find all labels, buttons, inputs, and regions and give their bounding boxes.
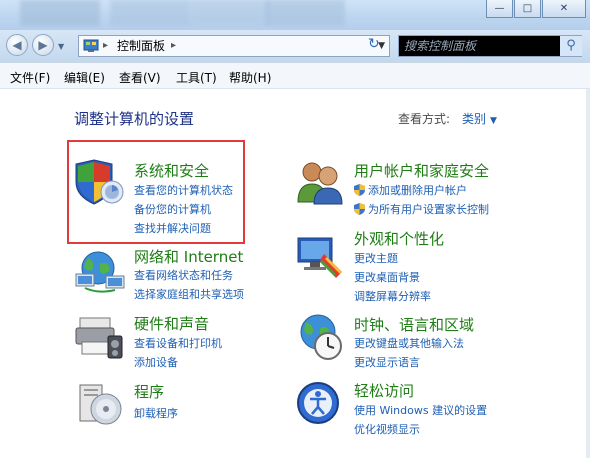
link-parental-controls[interactable]: 为所有用户设置家长控制 [354,201,489,217]
link-adjust-resolution[interactable]: 调整屏幕分辨率 [354,288,431,304]
back-arrow-icon: ◀ [12,38,22,52]
search-icon[interactable]: ⚲ [560,36,582,56]
uac-shield-icon [354,203,365,215]
address-box[interactable]: ▸ 控制面板 ▸ ▼ [78,35,390,57]
link-windows-recommended-settings[interactable]: 使用 Windows 建议的设置 [354,402,487,418]
chevron-down-icon: ▼ [490,116,497,126]
category-user-accounts[interactable]: 用户帐户和家庭安全 [354,160,489,181]
category-hardware-sound[interactable]: 硬件和声音 [134,313,209,334]
category-programs[interactable]: 程序 [134,381,164,402]
link-label: 添加或删除用户帐户 [368,184,467,197]
scrollbar[interactable] [586,89,590,458]
page-title: 调整计算机的设置 [74,110,195,128]
menu-view[interactable]: 查看(V) [119,69,161,86]
forward-arrow-icon: ▶ [38,38,48,52]
menu-tools[interactable]: 工具(T) [176,69,217,86]
address-row: ◀ ▶ ▼ ▸ 控制面板 ▸ ▼ ↻ 搜索控制面板 ⚲ [0,30,590,62]
blurred-toolbar-region [190,0,270,26]
clock-region-icon[interactable] [296,312,346,362]
link-add-remove-accounts[interactable]: 添加或删除用户帐户 [354,182,467,198]
close-button[interactable]: ✕ [542,0,586,18]
search-input[interactable]: 搜索控制面板 ⚲ [398,35,582,57]
blurred-toolbar-region [110,0,190,26]
view-by-value: 类别 [462,112,487,126]
link-change-display-language[interactable]: 更改显示语言 [354,354,420,370]
window-controls: — □ ✕ [486,0,586,18]
link-view-network-status[interactable]: 查看网络状态和任务 [134,267,233,283]
link-change-theme[interactable]: 更改主题 [354,250,398,266]
link-homegroup-sharing[interactable]: 选择家庭组和共享选项 [134,286,244,302]
link-change-desktop-background[interactable]: 更改桌面背景 [354,269,420,285]
menu-help[interactable]: 帮助(H) [229,69,271,86]
minimize-button[interactable]: — [486,0,513,18]
hardware-sound-icon[interactable] [74,314,126,362]
category-ease-of-access[interactable]: 轻松访问 [354,380,414,401]
back-button[interactable]: ◀ [6,34,28,56]
user-accounts-icon[interactable] [296,158,346,206]
link-uninstall-program[interactable]: 卸载程序 [134,405,178,421]
title-bar: — □ ✕ [0,0,590,30]
blurred-toolbar-region [20,0,100,26]
blurred-toolbar-region [265,0,345,26]
link-label: 为所有用户设置家长控制 [368,203,489,216]
refresh-icon[interactable]: ↻ [368,36,380,52]
menu-bar: 文件(F) 编辑(E) 查看(V) 工具(T) 帮助(H) [0,62,590,89]
highlight-box [67,140,245,244]
uac-shield-icon [354,184,365,196]
recent-pages-dropdown-icon[interactable]: ▼ [58,42,64,51]
ease-of-access-icon[interactable] [296,381,344,427]
category-network-internet[interactable]: 网络和 Internet [134,246,243,267]
link-optimize-display[interactable]: 优化视频显示 [354,421,420,437]
breadcrumb-separator-icon: ▸ [171,40,177,51]
network-internet-icon[interactable] [74,246,128,296]
search-placeholder: 搜索控制面板 [404,39,477,53]
forward-button[interactable]: ▶ [32,34,54,56]
link-devices-printers[interactable]: 查看设备和打印机 [134,335,222,351]
view-by-label: 查看方式: [398,112,451,126]
category-clock-region[interactable]: 时钟、语言和区域 [354,314,474,335]
breadcrumb-separator-icon: ▸ [103,40,109,51]
link-change-input-method[interactable]: 更改键盘或其他输入法 [354,335,464,351]
view-by-dropdown[interactable]: 类别 ▼ [462,110,497,127]
breadcrumb-control-panel[interactable]: 控制面板 [117,36,165,56]
programs-icon[interactable] [76,381,126,427]
link-add-device[interactable]: 添加设备 [134,354,178,370]
category-appearance[interactable]: 外观和个性化 [354,228,444,249]
maximize-button[interactable]: □ [514,0,541,18]
menu-file[interactable]: 文件(F) [10,69,50,86]
menu-edit[interactable]: 编辑(E) [64,69,105,86]
appearance-icon[interactable] [296,234,346,280]
control-panel-icon [83,39,99,52]
